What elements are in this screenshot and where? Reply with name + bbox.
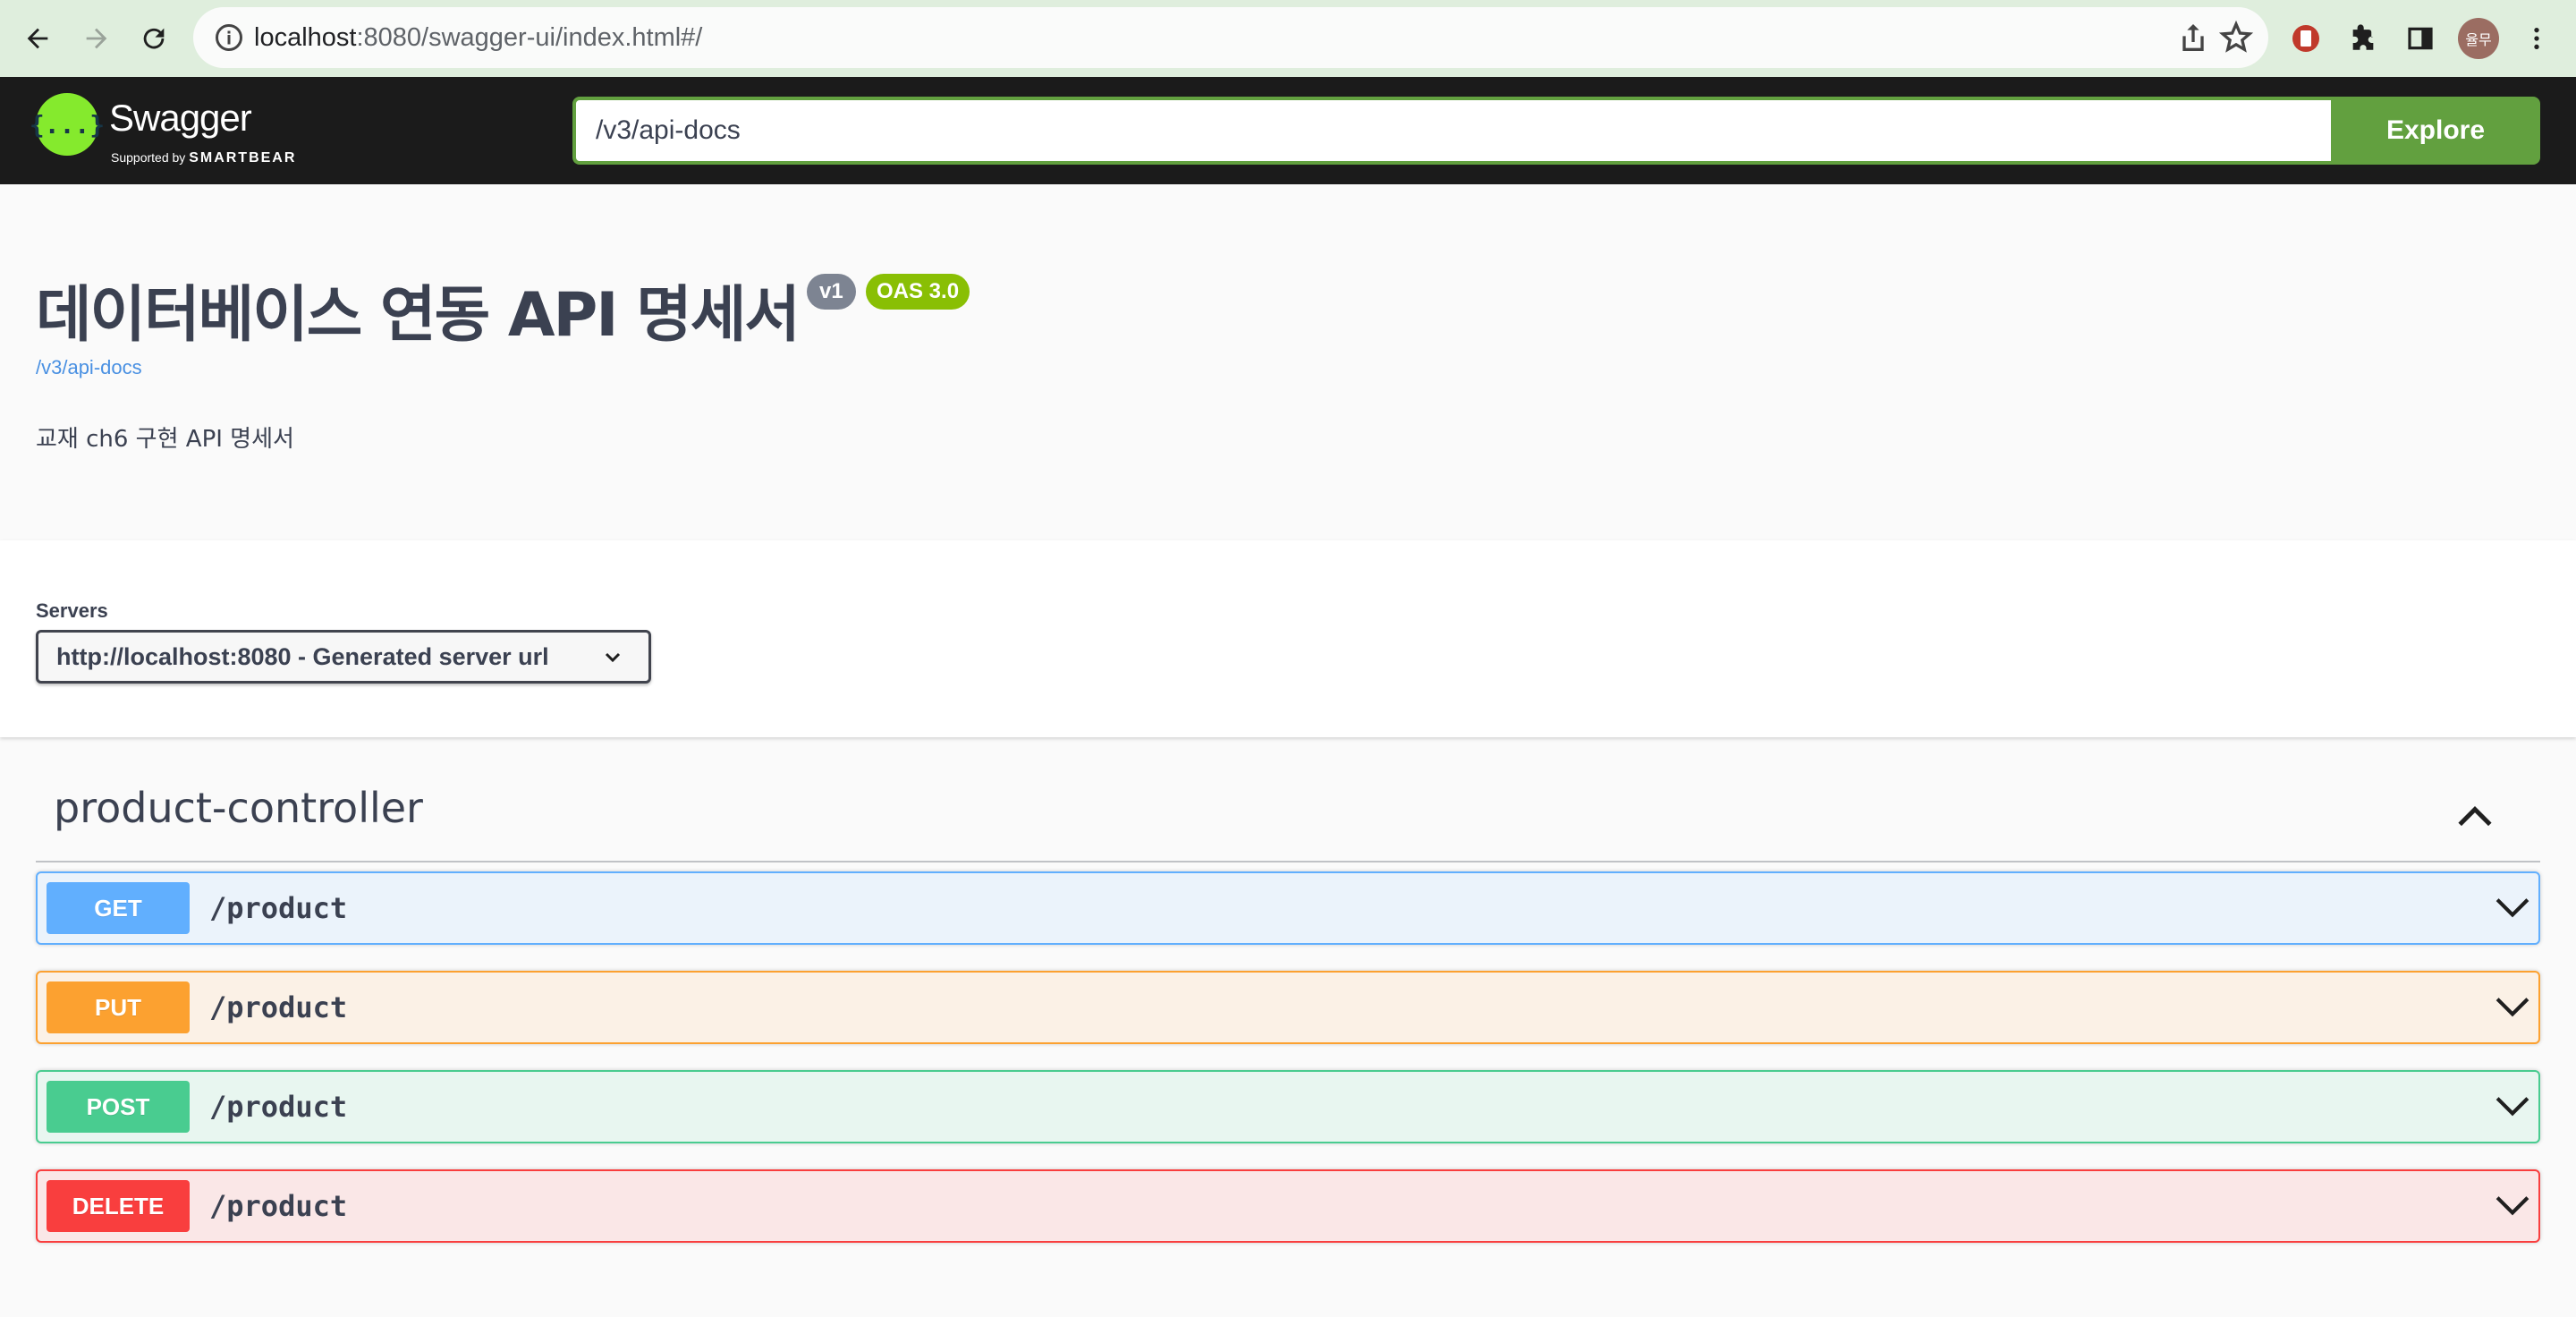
operation-get-product[interactable]: GET /product [36, 871, 2540, 945]
chevron-down-icon[interactable] [2496, 1193, 2529, 1219]
smartbear-tagline: Supported by SMARTBEAR [111, 150, 296, 166]
servers-label: Servers [36, 599, 108, 622]
side-panel-button[interactable] [2401, 19, 2440, 58]
method-badge: PUT [47, 981, 190, 1033]
operation-post-product[interactable]: POST /product [36, 1070, 2540, 1143]
puzzle-icon [2352, 24, 2374, 50]
address-bar[interactable]: localhost:8080/swagger-ui/index.html#/ [193, 7, 2268, 68]
tagline-brand: SMARTBEAR [189, 150, 297, 166]
share-icon[interactable] [2175, 20, 2211, 55]
spec-link[interactable]: /v3/api-docs [36, 356, 142, 379]
red-extension-icon [2292, 25, 2319, 52]
back-button[interactable] [13, 13, 63, 64]
method-badge: GET [47, 882, 190, 934]
swagger-logo-text[interactable]: Swagger [109, 97, 252, 140]
chevron-up-icon[interactable] [2456, 798, 2494, 836]
site-info-icon[interactable] [213, 21, 245, 54]
swagger-topbar: {...} Swagger Supported by SMARTBEAR /v3… [0, 77, 2576, 184]
side-panel-icon [2408, 27, 2433, 50]
reload-icon [143, 28, 165, 49]
oas-badge: OAS 3.0 [866, 274, 970, 310]
chevron-down-icon[interactable] [2496, 1093, 2529, 1120]
arrow-right-icon [86, 28, 107, 49]
bookmark-star-icon[interactable] [2218, 20, 2254, 55]
operation-path: /product [209, 1090, 348, 1124]
swagger-logo-icon[interactable]: {...} [30, 93, 105, 156]
browser-toolbar: localhost:8080/swagger-ui/index.html#/ 율… [0, 0, 2576, 77]
browser-menu-button[interactable] [2517, 19, 2556, 58]
explore-button[interactable]: Explore [2331, 97, 2540, 165]
extension-icon[interactable] [2286, 19, 2326, 58]
servers-select[interactable]: http://localhost:8080 - Generated server… [36, 630, 651, 684]
operation-put-product[interactable]: PUT /product [36, 971, 2540, 1044]
chevron-down-icon[interactable] [2496, 895, 2529, 922]
operation-path: /product [209, 891, 348, 925]
tag-divider [36, 861, 2540, 862]
url-path: :8080/swagger-ui/index.html#/ [356, 23, 703, 52]
api-title: 데이터베이스 연동 API 명세서 [36, 280, 801, 351]
tagline-prefix: Supported by [111, 150, 186, 165]
url-text: localhost:8080/swagger-ui/index.html#/ [254, 7, 702, 68]
operation-path: /product [209, 1189, 348, 1223]
forward-button[interactable] [72, 13, 122, 64]
tag-name[interactable]: product-controller [54, 784, 423, 832]
arrow-left-icon [27, 28, 48, 49]
method-badge: DELETE [47, 1180, 190, 1232]
chevron-down-icon[interactable] [2496, 994, 2529, 1021]
reload-button[interactable] [129, 13, 179, 64]
spec-url-input[interactable]: /v3/api-docs [572, 97, 2334, 165]
profile-avatar[interactable]: 율무 [2458, 18, 2499, 59]
operation-delete-product[interactable]: DELETE /product [36, 1169, 2540, 1243]
chevron-down-icon [605, 652, 621, 663]
extensions-button[interactable] [2343, 19, 2383, 58]
method-badge: POST [47, 1081, 190, 1133]
version-badge: v1 [807, 274, 856, 310]
api-description: 교재 ch6 구현 API 명세서 [36, 426, 294, 453]
url-host: localhost [254, 23, 357, 52]
servers-selected-value: http://localhost:8080 - Generated server… [56, 643, 549, 670]
kebab-menu-icon [2534, 28, 2539, 49]
operation-path: /product [209, 990, 348, 1024]
servers-section: Servers http://localhost:8080 - Generate… [0, 540, 2576, 737]
